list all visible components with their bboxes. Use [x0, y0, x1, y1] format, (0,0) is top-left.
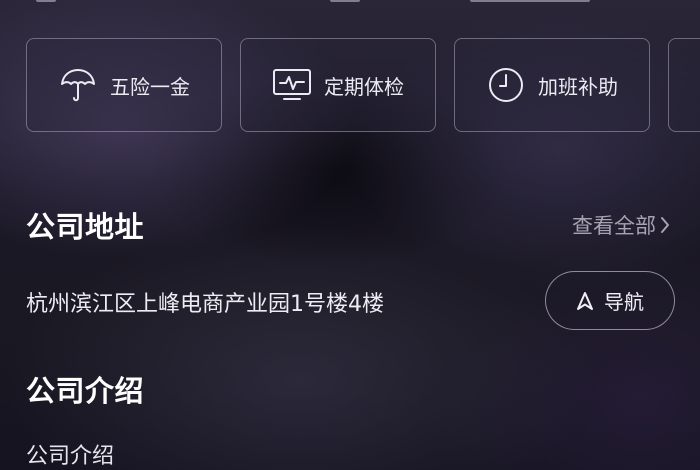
benefit-card-insurance: 五险一金: [26, 38, 222, 132]
company-address: 杭州滨江区上峰电商产业园1号楼4楼: [26, 292, 384, 317]
benefit-label: 加班补助: [538, 74, 618, 99]
navigate-label: 导航: [604, 290, 644, 314]
clock-icon: [486, 65, 526, 105]
benefit-label: 定期体检: [324, 74, 404, 99]
view-all-link[interactable]: 查看全部: [572, 210, 670, 240]
clipped-top-content: [0, 0, 700, 6]
benefit-card-overtime: 加班补助: [454, 38, 650, 132]
navigation-arrow-icon: [576, 291, 594, 311]
company-intro-text: 公司介绍: [26, 444, 115, 469]
benefits-row: 五险一金 定期体检 加班补助: [26, 38, 700, 134]
umbrella-icon: [58, 65, 98, 105]
chevron-right-icon: [660, 216, 670, 234]
benefit-card-partial: [668, 38, 700, 132]
benefit-card-checkup: 定期体检: [240, 38, 436, 132]
address-section-title: 公司地址: [26, 210, 145, 244]
intro-section-title: 公司介绍: [26, 374, 145, 408]
navigate-button[interactable]: 导航: [545, 271, 675, 330]
benefit-label: 五险一金: [110, 74, 190, 99]
monitor-pulse-icon: [272, 65, 312, 105]
view-all-label: 查看全部: [572, 214, 656, 238]
